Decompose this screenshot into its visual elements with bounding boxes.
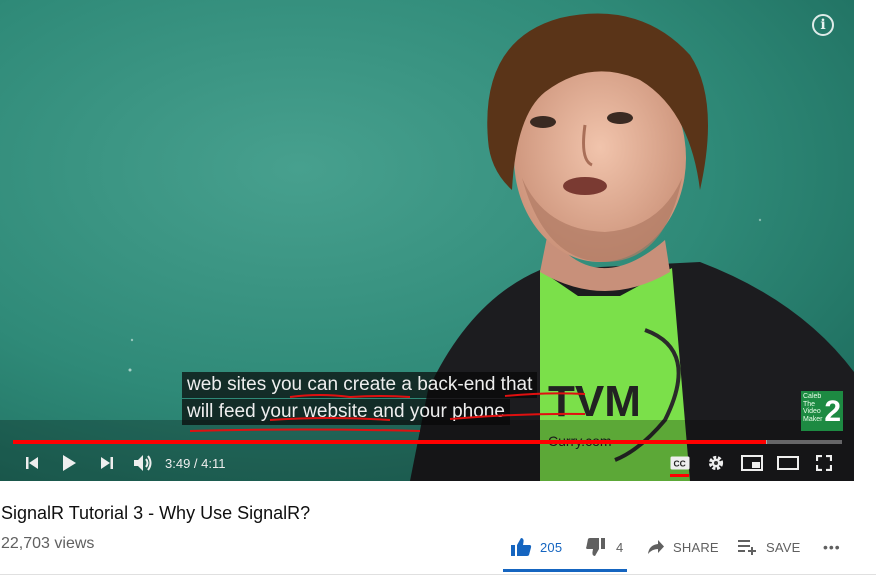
- save-label: SAVE: [766, 539, 801, 555]
- shirt-print: TVM: [548, 377, 641, 426]
- progress-bar[interactable]: [13, 440, 842, 444]
- sentiment-bar: [503, 569, 627, 572]
- video-title: SignalR Tutorial 3 - Why Use SignalR?: [1, 503, 311, 523]
- closed-captions-icon[interactable]: CC: [668, 451, 692, 475]
- share-icon: [648, 540, 664, 554]
- caption-line: will feed your website and your phone: [182, 399, 510, 425]
- playlist-add-icon: [738, 540, 756, 555]
- theater-mode-icon[interactable]: [775, 451, 801, 475]
- svg-text:CC: CC: [674, 459, 686, 469]
- fullscreen-icon[interactable]: [812, 451, 836, 475]
- dislike-count: 4: [616, 539, 624, 555]
- like-count: 205: [540, 539, 563, 555]
- view-count: 22,703 views: [1, 535, 95, 552]
- divider: [0, 574, 876, 575]
- skip-next-icon[interactable]: [95, 451, 119, 475]
- time-display: 3:49 / 4:11: [165, 456, 226, 471]
- info-icon[interactable]: i: [812, 14, 834, 36]
- thumbs-down-icon: [586, 538, 605, 556]
- more-actions-button[interactable]: •••: [823, 536, 841, 558]
- watermark-number: 2: [824, 395, 841, 428]
- save-button[interactable]: SAVE: [738, 536, 801, 558]
- dislike-button[interactable]: 4: [586, 536, 623, 558]
- play-icon[interactable]: [56, 451, 82, 475]
- skip-previous-icon[interactable]: [20, 451, 44, 475]
- cc-active-indicator: [670, 474, 689, 477]
- thumbs-up-icon: [511, 538, 532, 556]
- share-label: SHARE: [673, 539, 719, 555]
- video-player[interactable]: TVM Curry.com i Caleb The Video Maker 2 …: [0, 0, 854, 481]
- channel-watermark[interactable]: Caleb The Video Maker 2: [801, 391, 843, 431]
- more-icon: •••: [823, 539, 841, 555]
- caption-line: web sites you can create a back-end that: [182, 372, 538, 398]
- like-button[interactable]: 205: [510, 536, 562, 558]
- player-controls: 3:49 / 4:11 CC: [0, 447, 854, 479]
- gear-icon[interactable]: [704, 451, 728, 475]
- progress-played: [13, 440, 766, 444]
- share-button[interactable]: SHARE: [647, 536, 719, 558]
- volume-icon[interactable]: [130, 451, 156, 475]
- captions-window: web sites you can create a back-end that…: [182, 372, 538, 425]
- miniplayer-icon[interactable]: [739, 451, 765, 475]
